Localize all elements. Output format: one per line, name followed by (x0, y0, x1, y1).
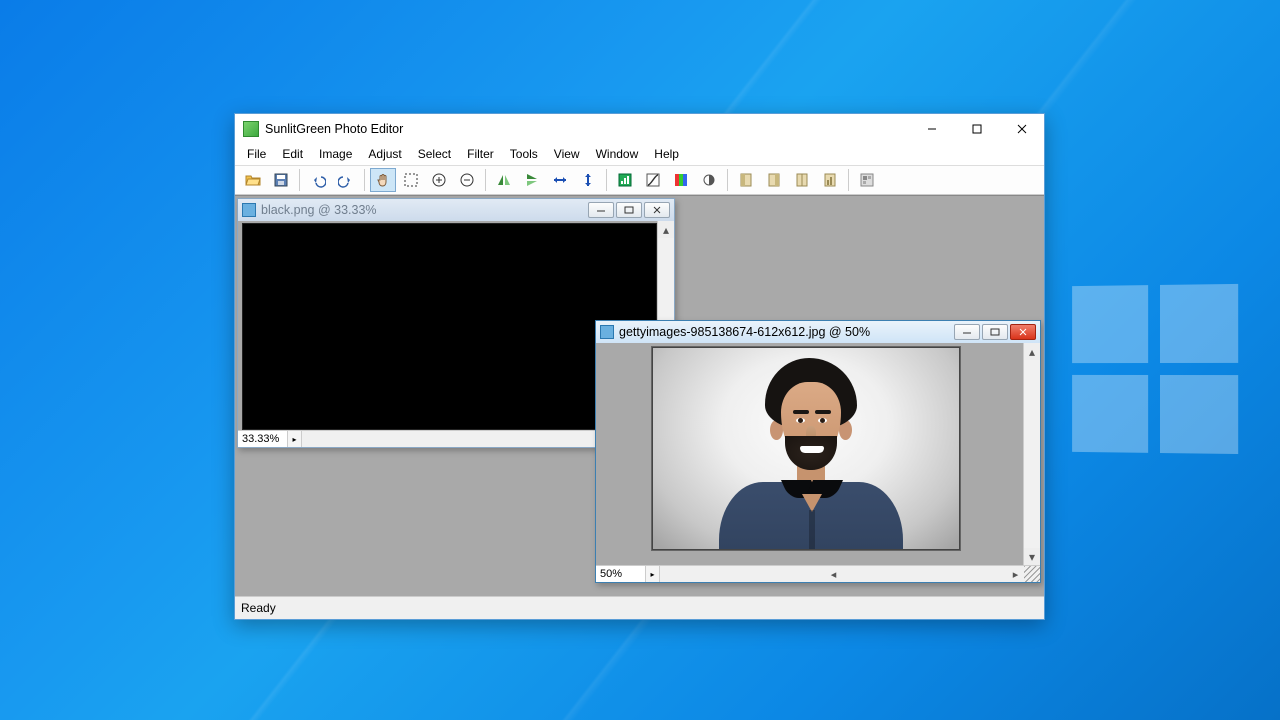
scroll-up-icon[interactable]: ▴ (658, 221, 674, 238)
flip-vertical-button[interactable] (519, 168, 545, 192)
menu-window[interactable]: Window (588, 144, 647, 164)
doc-minimize-button[interactable] (588, 202, 614, 218)
document-title: gettyimages-985138674-612x612.jpg @ 50% (619, 325, 954, 339)
brightness-contrast-button[interactable] (696, 168, 722, 192)
document-icon (242, 203, 256, 217)
zoom-level-field[interactable]: 50% (596, 566, 646, 582)
flip-horizontal-button[interactable] (491, 168, 517, 192)
layout-button[interactable] (789, 168, 815, 192)
menu-tools[interactable]: Tools (502, 144, 546, 164)
statusbar: Ready (235, 596, 1044, 619)
resize-horizontal-button[interactable] (547, 168, 573, 192)
menu-view[interactable]: View (546, 144, 588, 164)
document-title: black.png @ 33.33% (261, 203, 588, 217)
titlebar: SunlitGreen Photo Editor (235, 114, 1044, 143)
close-button[interactable] (999, 114, 1044, 143)
curves-button[interactable] (640, 168, 666, 192)
document-window-gettyimages[interactable]: gettyimages-985138674-612x612.jpg @ 50% (595, 320, 1041, 583)
image-content-portrait (652, 347, 960, 550)
zoom-in-button[interactable] (426, 168, 452, 192)
doc-maximize-button[interactable] (982, 324, 1008, 340)
zoom-level-field[interactable]: 33.33% (238, 431, 288, 447)
scroll-left-icon[interactable]: ◂ (825, 568, 842, 581)
menu-image[interactable]: Image (311, 144, 360, 164)
thumbnails-button[interactable] (854, 168, 880, 192)
app-title: SunlitGreen Photo Editor (265, 122, 909, 136)
save-button[interactable] (268, 168, 294, 192)
app-window: SunlitGreen Photo Editor File Edit Image… (234, 113, 1045, 620)
zoom-stepper[interactable]: ▸ (288, 431, 302, 447)
document-canvas[interactable] (596, 343, 1023, 565)
toolbar (235, 165, 1044, 195)
doc-close-button[interactable] (644, 202, 670, 218)
menu-file[interactable]: File (239, 144, 274, 164)
resize-vertical-button[interactable] (575, 168, 601, 192)
redo-button[interactable] (333, 168, 359, 192)
hand-tool-button[interactable] (370, 168, 396, 192)
menu-adjust[interactable]: Adjust (360, 144, 409, 164)
scroll-up-icon[interactable]: ▴ (1024, 343, 1040, 360)
status-text: Ready (241, 601, 276, 615)
rotate-right-button[interactable] (761, 168, 787, 192)
undo-button[interactable] (305, 168, 331, 192)
doc-minimize-button[interactable] (954, 324, 980, 340)
hue-saturation-button[interactable] (668, 168, 694, 192)
menu-filter[interactable]: Filter (459, 144, 502, 164)
document-titlebar[interactable]: black.png @ 33.33% (238, 199, 674, 221)
menu-select[interactable]: Select (410, 144, 459, 164)
scroll-down-icon[interactable]: ▾ (1024, 548, 1040, 565)
vertical-scrollbar[interactable]: ▴ ▾ (1023, 343, 1040, 565)
maximize-button[interactable] (954, 114, 999, 143)
rotate-left-button[interactable] (733, 168, 759, 192)
minimize-button[interactable] (909, 114, 954, 143)
mdi-workspace: black.png @ 33.33% (235, 195, 1044, 596)
levels-button[interactable] (612, 168, 638, 192)
resize-grip[interactable] (1024, 566, 1040, 582)
histogram-button[interactable] (817, 168, 843, 192)
doc-maximize-button[interactable] (616, 202, 642, 218)
zoom-stepper[interactable]: ▸ (646, 566, 660, 582)
menubar: File Edit Image Adjust Select Filter Too… (235, 143, 1044, 165)
menu-edit[interactable]: Edit (274, 144, 311, 164)
scroll-right-icon[interactable]: ▸ (1007, 568, 1024, 581)
horizontal-scrollbar[interactable]: ◂ ▸ (660, 566, 1024, 582)
app-icon (243, 121, 259, 137)
windows-logo-watermark (1072, 284, 1250, 456)
document-titlebar[interactable]: gettyimages-985138674-612x612.jpg @ 50% (596, 321, 1040, 343)
zoom-out-button[interactable] (454, 168, 480, 192)
doc-close-button[interactable] (1010, 324, 1036, 340)
open-button[interactable] (240, 168, 266, 192)
selection-tool-button[interactable] (398, 168, 424, 192)
document-icon (600, 325, 614, 339)
menu-help[interactable]: Help (646, 144, 687, 164)
